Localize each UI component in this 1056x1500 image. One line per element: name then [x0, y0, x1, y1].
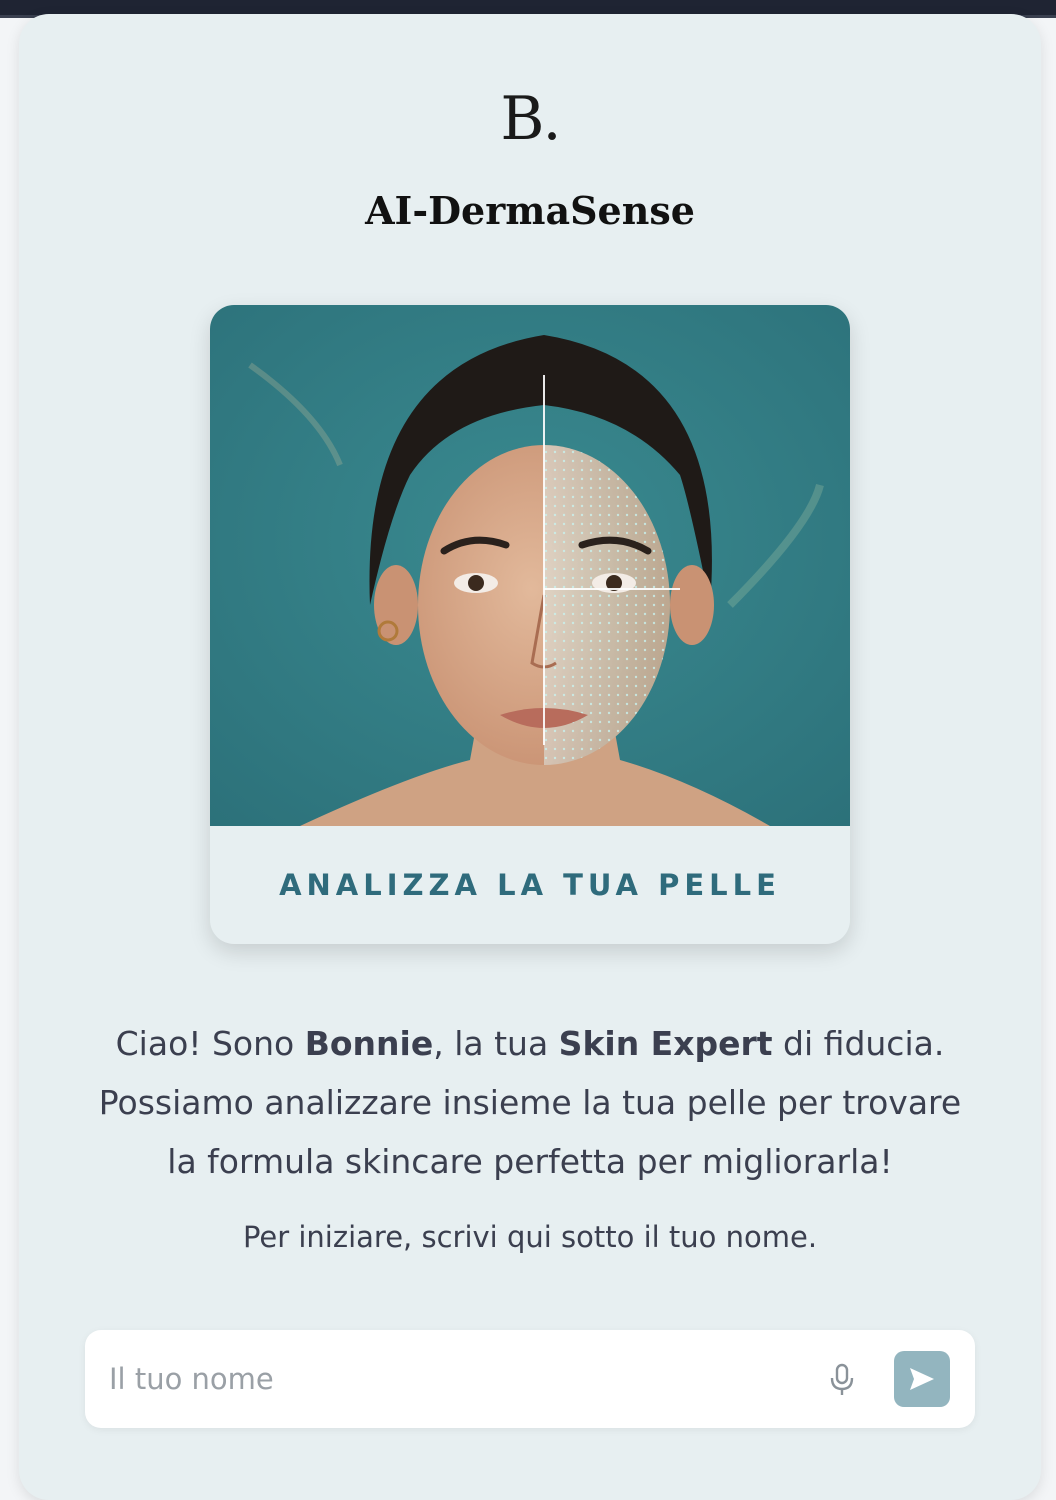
send-icon: [910, 1368, 934, 1390]
microphone-icon[interactable]: [827, 1363, 857, 1397]
brand-title: AI-DermaSense: [365, 188, 695, 233]
intro-text-part1: Ciao! Sono: [115, 1024, 305, 1063]
face-scan-photo: [210, 305, 850, 826]
analyze-skin-card[interactable]: ANALIZZA LA TUA PELLE: [210, 305, 850, 944]
analyze-skin-label[interactable]: ANALIZZA LA TUA PELLE: [210, 826, 850, 944]
assistant-role: Skin Expert: [558, 1024, 773, 1063]
intro-text-part2: , la tua: [433, 1024, 559, 1063]
name-input[interactable]: [109, 1354, 799, 1404]
send-button[interactable]: [894, 1351, 950, 1407]
chat-panel: B. AI-DermaSense ANALIZZA LA TUA PELLE C…: [19, 14, 1041, 1500]
name-input-bar: [85, 1330, 975, 1428]
intro-message: Ciao! Sono Bonnie, la tua Skin Expert di…: [79, 1014, 981, 1191]
assistant-name: Bonnie: [304, 1024, 434, 1063]
instruction-text: Per iniziare, scrivi qui sotto il tuo no…: [242, 1220, 818, 1254]
brand-logo: B.: [500, 84, 561, 154]
